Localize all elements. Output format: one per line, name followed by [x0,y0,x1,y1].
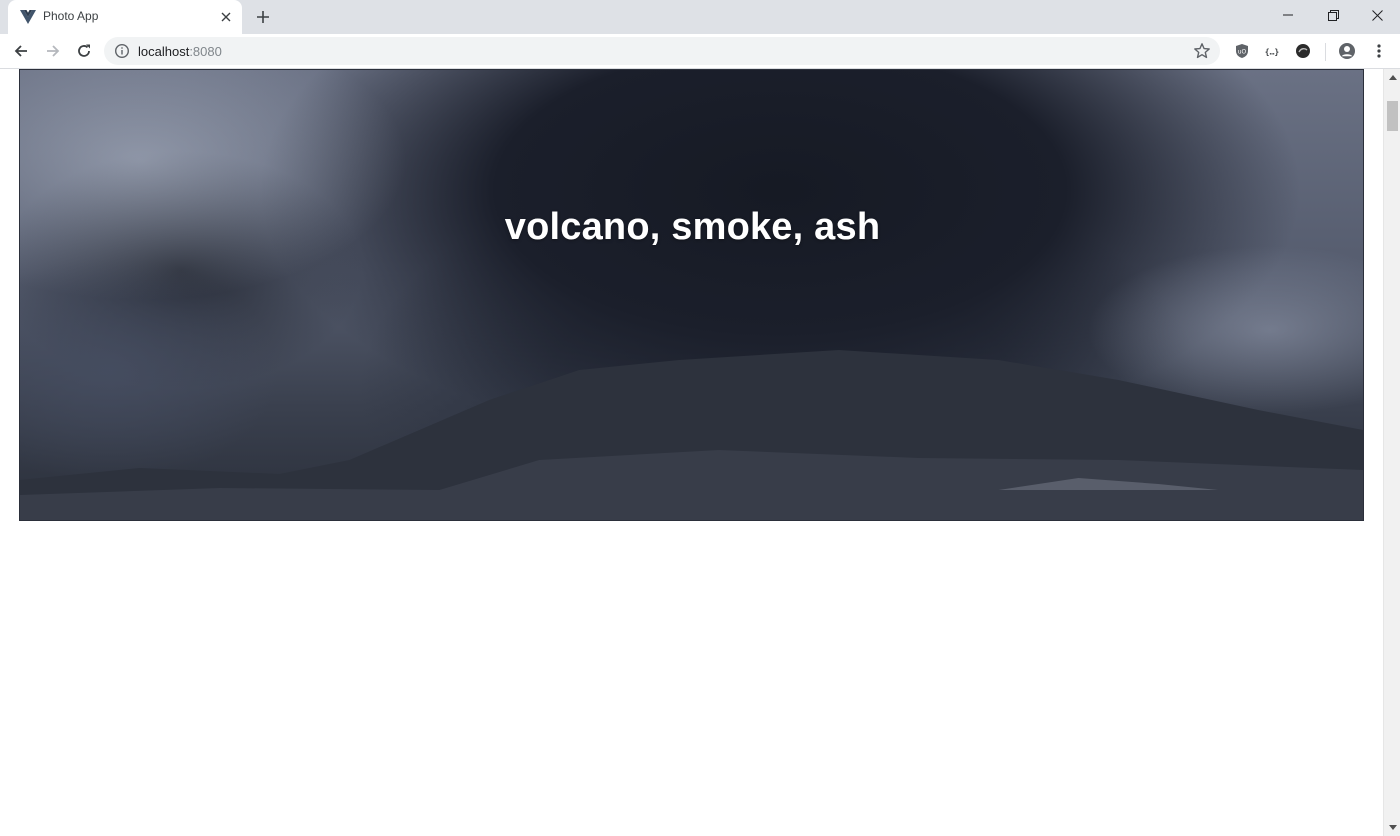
ublock-icon[interactable]: uO [1233,42,1251,60]
arrow-right-icon [47,45,60,57]
minimize-window-button[interactable] [1265,0,1311,30]
restore-window-button[interactable] [1310,0,1356,30]
browser-tabstrip: Photo App [0,0,1400,34]
close-tab-icon[interactable] [217,8,235,26]
hero-title: volcano, smoke, ash [504,206,881,248]
reload-icon [78,44,90,57]
browser-tab[interactable]: Photo App [8,0,242,34]
close-window-button[interactable] [1354,0,1400,30]
browser-toolbar: localhost:8080 uO {…} [0,34,1400,69]
tab-title: Photo App [43,9,99,23]
scrollbar-thumb[interactable] [1387,101,1398,131]
hero-image: volcano, smoke, ash [19,69,1364,521]
kebab-menu-icon[interactable] [1370,42,1388,60]
scroll-down-arrow-icon[interactable] [1384,819,1400,836]
json-viewer-icon[interactable]: {…} [1263,42,1281,60]
vue-logo-icon [20,10,36,24]
star-icon[interactable] [1193,42,1211,60]
arrow-left-icon [14,45,27,57]
info-icon[interactable] [114,43,130,59]
profile-icon[interactable] [1338,42,1356,60]
obsidian-icon[interactable] [1294,42,1312,60]
forward-button[interactable] [40,38,66,64]
page-viewport: volcano, smoke, ash [0,69,1383,836]
volcano-mountain-shape [20,350,1363,520]
toolbar-divider [1325,43,1326,61]
scroll-up-arrow-icon[interactable] [1384,69,1400,86]
address-bar[interactable]: localhost:8080 [104,37,1220,65]
reload-button[interactable] [71,38,97,64]
back-button[interactable] [8,38,34,64]
page-scrollbar[interactable] [1383,69,1400,836]
svg-text:{…}: {…} [1265,48,1280,57]
svg-text:uO: uO [1238,49,1247,56]
url-text[interactable]: localhost:8080 [138,44,222,59]
url-port: :8080 [189,44,222,59]
new-tab-button[interactable] [252,6,274,28]
url-host: localhost [138,44,190,59]
